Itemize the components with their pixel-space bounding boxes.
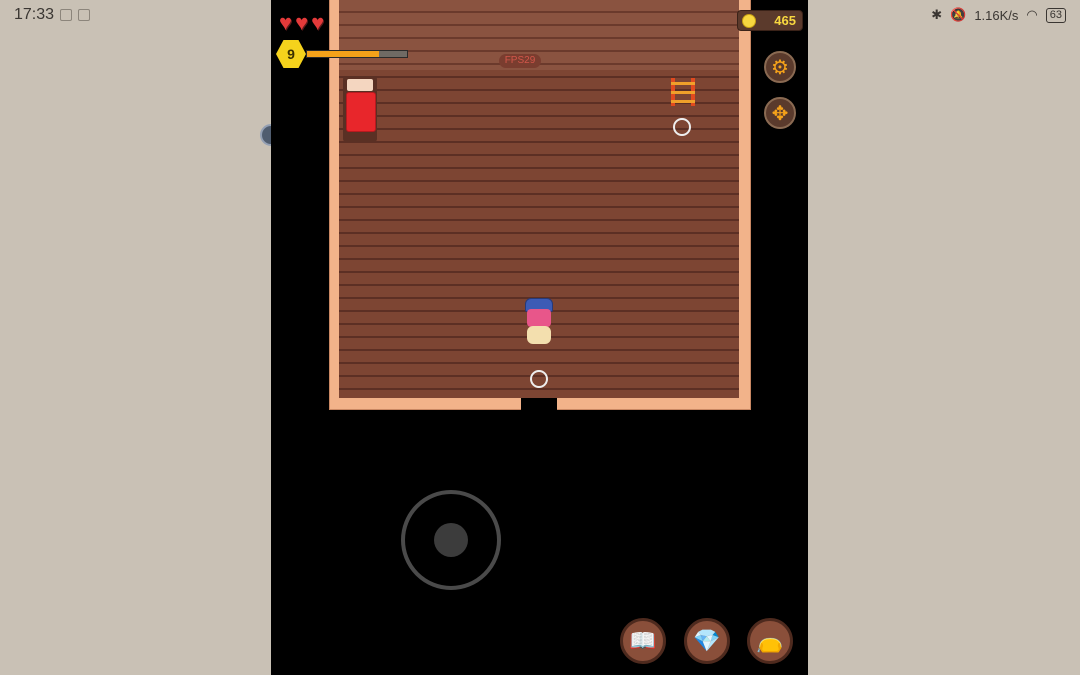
heart-icon: ♥ (295, 10, 309, 35)
leather-bag-icon: 👝 (756, 628, 784, 653)
game-viewport[interactable]: ♥ ♥ ♥ 9 FPS29 465 ⚙ ✥ 📖 💎 👝 (271, 0, 808, 675)
book-icon: 📖 (629, 628, 657, 653)
gear-icon: ⚙ (771, 56, 789, 79)
bed[interactable] (343, 76, 377, 142)
move-arrows-icon: ✥ (771, 102, 789, 125)
wifi-icon: ◠ (1026, 7, 1038, 22)
network-speed: 1.16K/s (974, 7, 1019, 23)
move-camera-button[interactable]: ✥ (764, 97, 796, 129)
health-hearts: ♥ ♥ ♥ (279, 12, 324, 34)
gem-icon: 💎 (693, 628, 721, 653)
room-doorway[interactable] (521, 398, 557, 412)
interaction-marker[interactable] (673, 118, 691, 136)
shop-button[interactable]: 💎 (684, 618, 730, 664)
heart-icon: ♥ (311, 10, 325, 35)
xp-bar-fill (307, 51, 379, 57)
status-bar-right: ✱ 🔕 1.16K/s ◠ 63 (931, 7, 1066, 23)
coin-counter: 465 (737, 10, 803, 31)
joystick-knob[interactable] (434, 523, 468, 557)
notification-icon (78, 9, 91, 21)
player-character (521, 298, 557, 346)
clock: 17:33 (14, 6, 55, 23)
battery-indicator: 63 (1045, 7, 1066, 23)
mute-icon: 🔕 (950, 7, 967, 22)
notification-icon (60, 9, 73, 21)
level-badge: 9 (276, 40, 306, 68)
ladder[interactable] (671, 78, 695, 108)
coin-amount: 465 (774, 13, 796, 28)
xp-bar (306, 50, 408, 58)
heart-icon: ♥ (279, 10, 293, 35)
bluetooth-icon: ✱ (931, 7, 943, 22)
interaction-marker[interactable] (530, 370, 548, 388)
settings-button[interactable]: ⚙ (764, 51, 796, 83)
coin-icon (742, 14, 756, 28)
fps-counter: FPS29 (499, 54, 541, 68)
bag-button[interactable]: 👝 (747, 618, 793, 664)
journal-button[interactable]: 📖 (620, 618, 666, 664)
status-bar-left: 17:33 (14, 6, 91, 24)
